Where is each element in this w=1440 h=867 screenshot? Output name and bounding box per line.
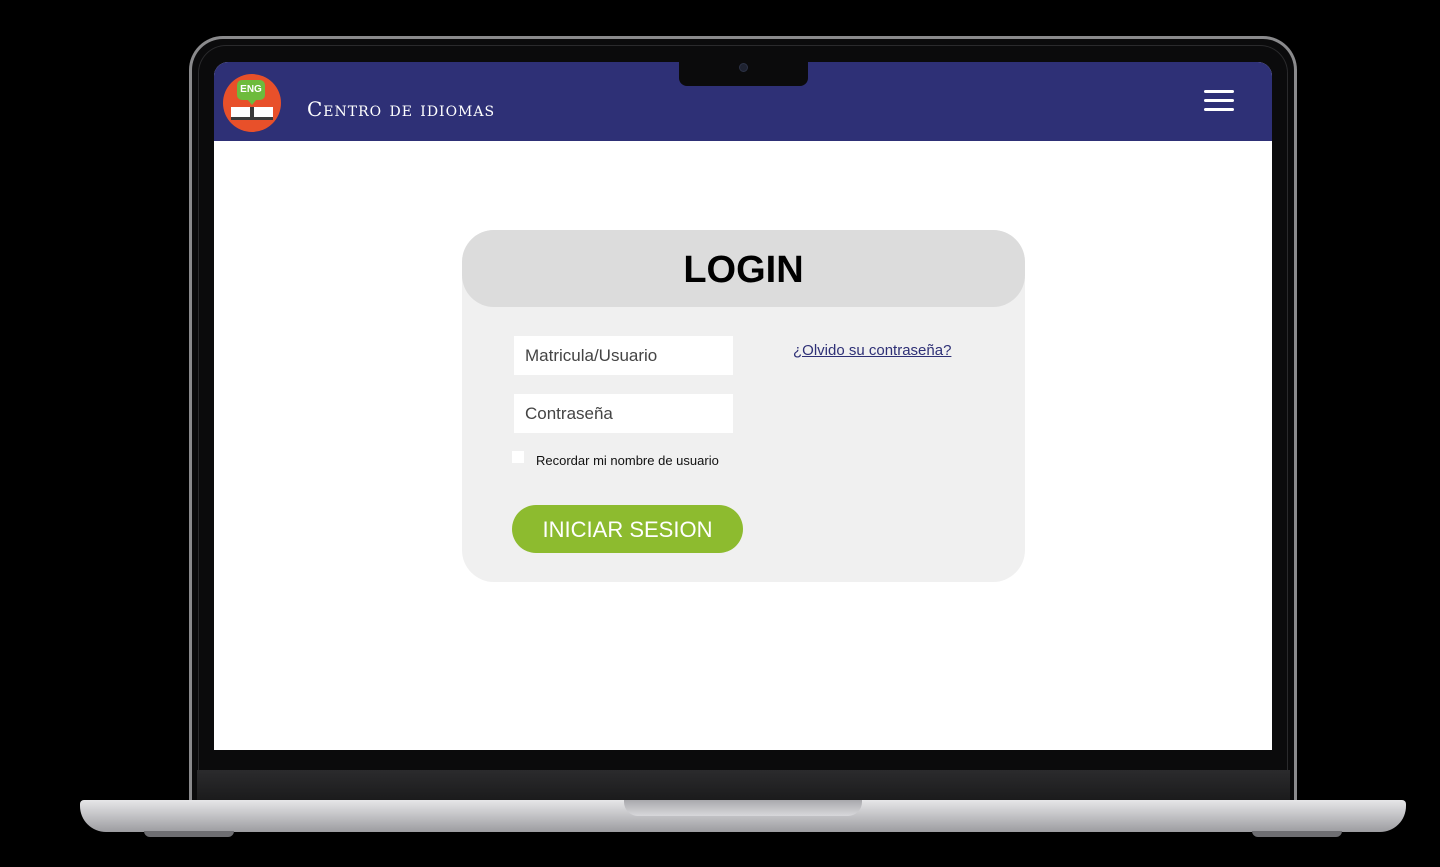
laptop-foot-right: [1252, 831, 1342, 837]
logo-book-spine: [250, 107, 254, 120]
laptop-foot-left: [144, 831, 234, 837]
screen-notch: [679, 62, 808, 86]
login-submit-button[interactable]: INICIAR SESION: [512, 505, 743, 553]
device-mockup: ENG Centro de idiomas LOGIN ¿Olvido su c…: [0, 0, 1440, 867]
app-title: Centro de idiomas: [307, 97, 496, 121]
login-title: LOGIN: [683, 249, 804, 291]
username-input[interactable]: [514, 336, 733, 375]
hamburger-icon-bar: [1204, 99, 1234, 102]
hamburger-icon-bar: [1204, 90, 1234, 93]
app-logo[interactable]: ENG: [223, 74, 281, 132]
hamburger-icon-bar: [1204, 108, 1234, 111]
laptop-chin: [197, 770, 1290, 802]
remember-me-label: Recordar mi nombre de usuario: [536, 453, 719, 468]
screen: ENG Centro de idiomas LOGIN ¿Olvido su c…: [214, 62, 1272, 750]
forgot-password-link[interactable]: ¿Olvido su contraseña?: [793, 342, 951, 359]
camera-icon: [739, 63, 748, 72]
logo-speech-bubble-icon: ENG: [237, 80, 265, 100]
password-input[interactable]: [514, 394, 733, 433]
login-card: LOGIN ¿Olvido su contraseña? Recordar mi…: [462, 230, 1025, 582]
remember-me-checkbox[interactable]: [512, 451, 524, 463]
laptop-opening-notch: [624, 800, 862, 816]
laptop-base: [80, 800, 1406, 832]
login-card-header: LOGIN: [462, 230, 1025, 307]
hamburger-menu-button[interactable]: [1201, 88, 1237, 114]
logo-bubble-tail: [247, 99, 257, 105]
